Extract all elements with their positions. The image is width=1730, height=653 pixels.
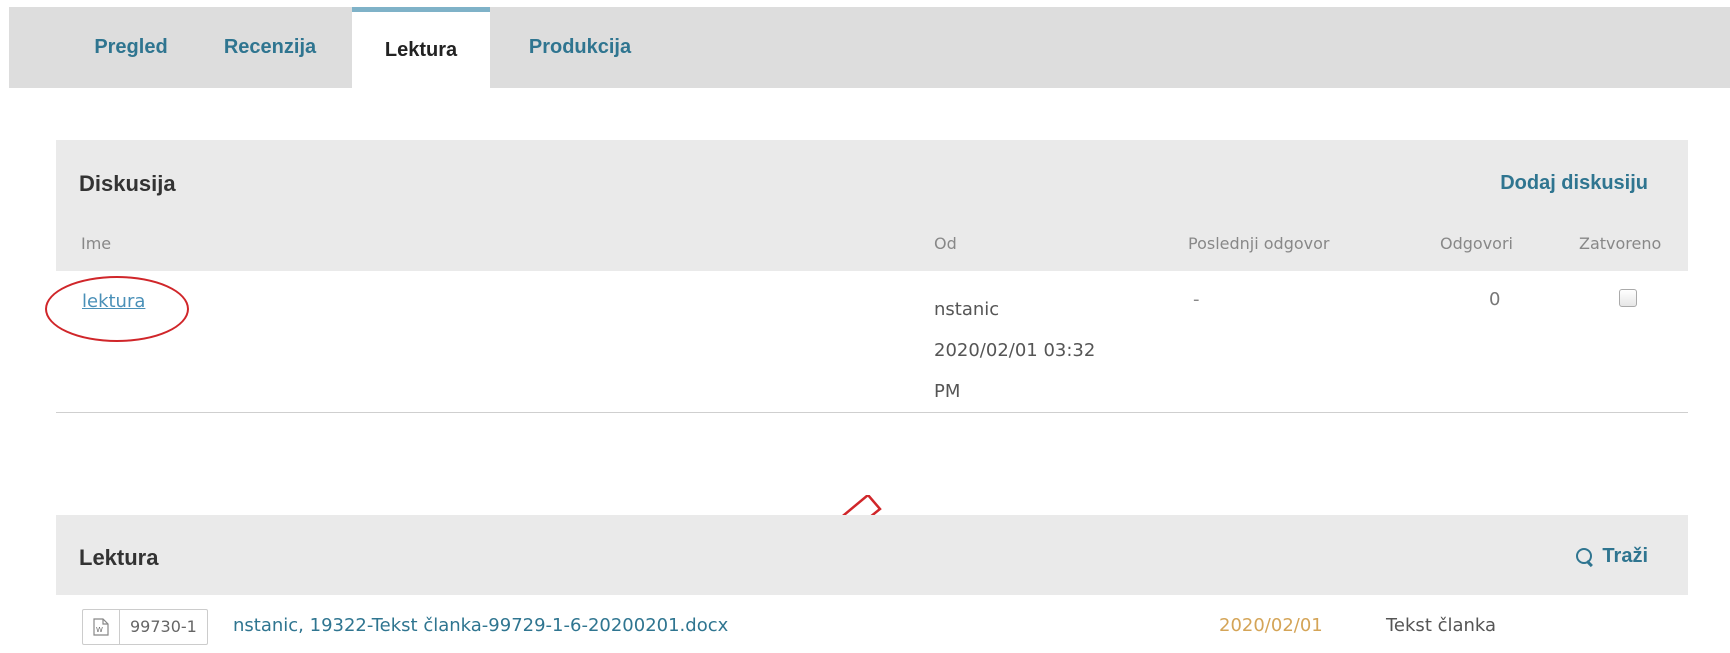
word-document-icon: W [83, 610, 120, 644]
discussion-replies: 0 [1489, 289, 1501, 310]
discussion-title: Diskusija [79, 171, 176, 196]
discussion-from: nstanic 2020/02/01 03:32 PM [934, 289, 1095, 412]
lektura-title: Lektura [79, 545, 159, 570]
discussion-last-reply: - [1193, 289, 1200, 310]
discussion-from-user: nstanic [934, 299, 1000, 320]
discussion-header: Diskusija Dodaj diskusiju Ime Od Posledn… [56, 140, 1688, 271]
column-header-from: Od [934, 234, 957, 253]
file-badge: W 99730-1 [82, 609, 208, 645]
tab-bar: Pregled Recenzija Lektura Produkcija [9, 7, 1730, 88]
tab-lektura[interactable]: Lektura [352, 7, 490, 88]
file-row: W 99730-1 nstanic, 19322-Tekst članka-99… [56, 595, 1688, 653]
discussion-name-link[interactable]: lektura [82, 291, 145, 312]
discussion-from-date: 2020/02/01 03:32 [934, 340, 1096, 361]
tab-produkcija[interactable]: Produkcija [506, 7, 654, 88]
discussion-from-time-suffix: PM [934, 381, 961, 402]
table-row: lektura nstanic 2020/02/01 03:32 PM - 0 [45, 271, 1688, 413]
column-header-closed: Zatvoreno [1579, 234, 1662, 253]
file-date: 2020/02/01 [1219, 615, 1323, 636]
closed-checkbox[interactable] [1619, 289, 1637, 307]
column-header-last-reply: Poslednji odgovor [1188, 234, 1330, 253]
tab-recenzija[interactable]: Recenzija [201, 7, 339, 88]
discussion-panel: Diskusija Dodaj diskusiju Ime Od Posledn… [45, 140, 1688, 413]
search-link[interactable]: Traži [1576, 545, 1648, 568]
file-name-link[interactable]: nstanic, 19322-Tekst članka-99729-1-6-20… [233, 615, 728, 636]
search-label: Traži [1602, 545, 1648, 567]
svg-text:W: W [96, 626, 103, 634]
lektura-header: Lektura Traži [56, 515, 1688, 595]
column-header-name: Ime [81, 234, 112, 253]
lektura-panel: Lektura Traži W 99730-1 nstanic, 19322-T… [56, 515, 1688, 653]
search-icon [1576, 547, 1594, 566]
tab-pregled[interactable]: Pregled [76, 7, 186, 88]
file-id: 99730-1 [130, 617, 197, 636]
column-header-replies: Odgovori [1440, 234, 1513, 253]
file-type: Tekst članka [1386, 615, 1497, 636]
add-discussion-link[interactable]: Dodaj diskusiju [1500, 172, 1648, 195]
